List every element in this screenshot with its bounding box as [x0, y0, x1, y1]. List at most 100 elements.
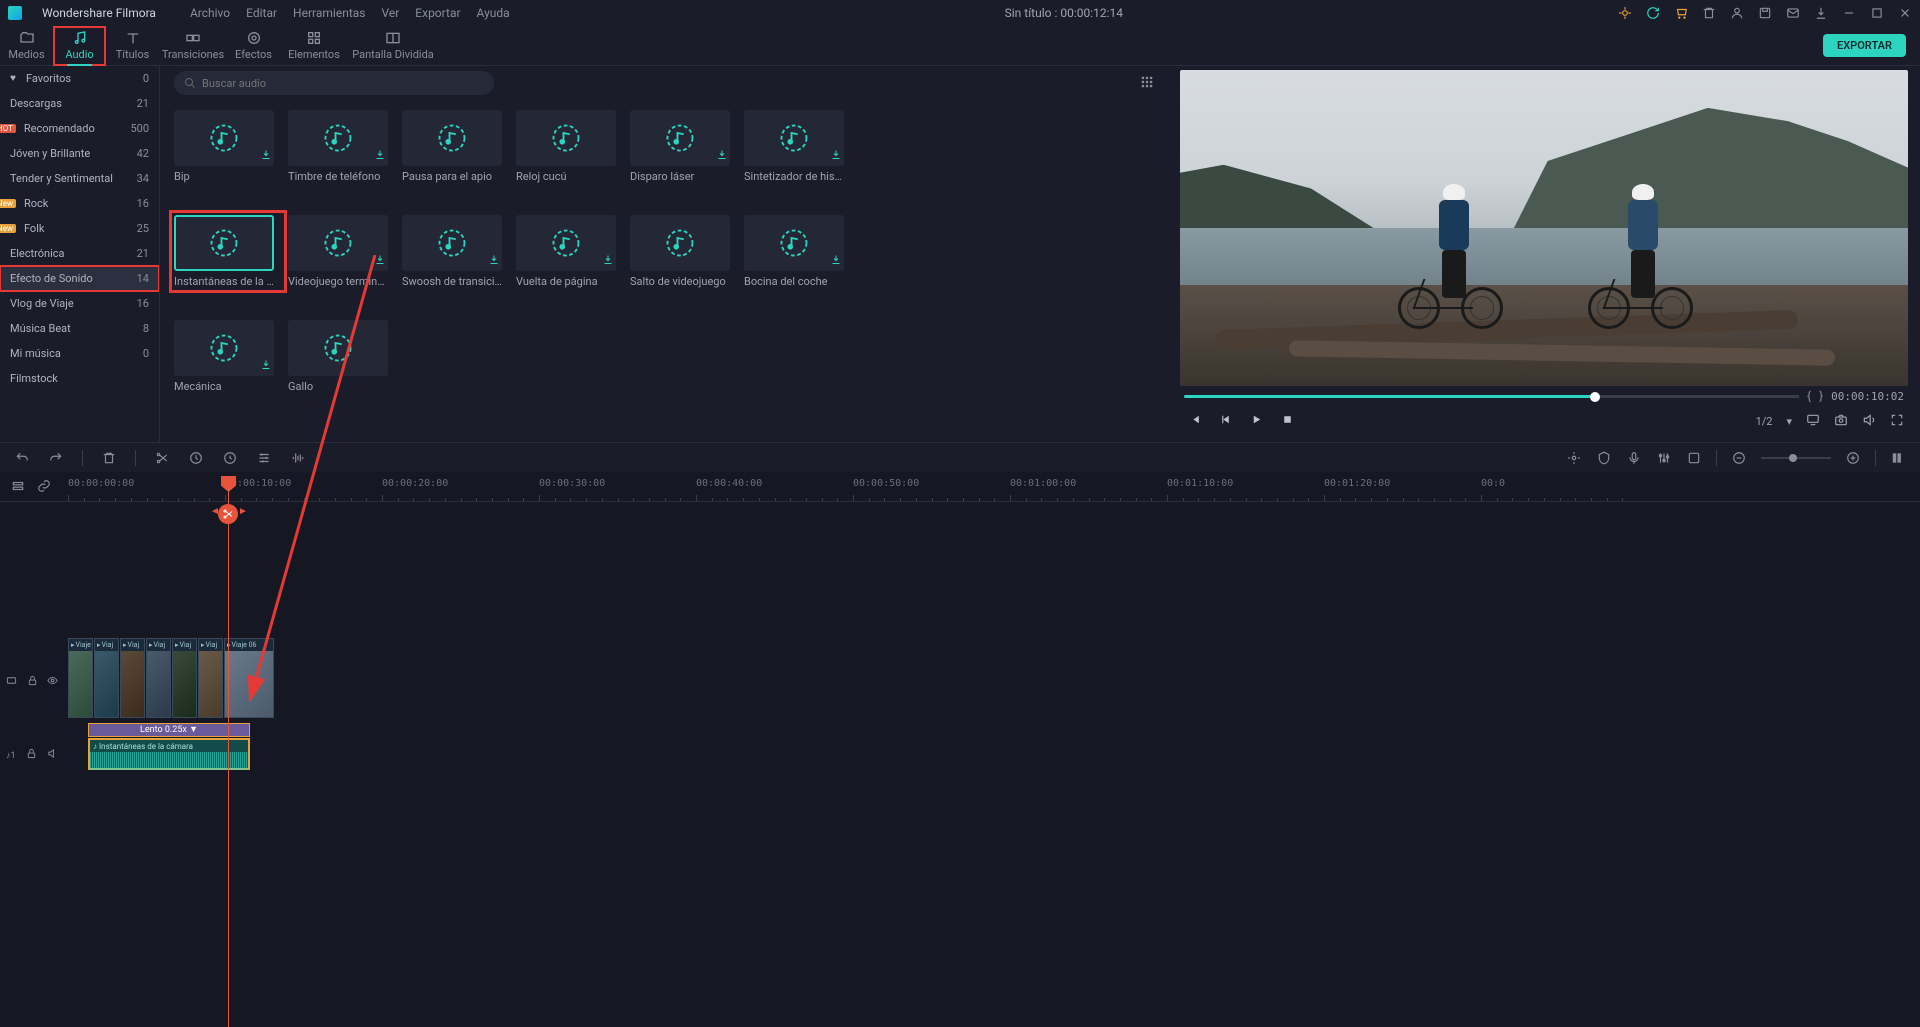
grid-view-toggle[interactable] [1140, 75, 1154, 92]
tab-audio[interactable]: Audio [53, 26, 106, 66]
download-badge-icon[interactable] [374, 149, 386, 164]
audio-asset[interactable]: Videojuego terminado [288, 215, 396, 288]
redo-button[interactable] [48, 450, 64, 466]
audio-asset[interactable]: Disparo láser [630, 110, 738, 183]
tab-elementos[interactable]: Elementos [280, 26, 348, 66]
audio-clip[interactable]: ♪Instantáneas de la cámara [88, 738, 250, 770]
timeline-settings-icon[interactable] [1890, 450, 1906, 466]
video-clip[interactable]: ▸Viaj [146, 638, 171, 718]
menu-exportar[interactable]: Exportar [415, 6, 460, 20]
audio-asset[interactable]: Salto de videojuego [630, 215, 738, 288]
cart-icon[interactable] [1674, 6, 1688, 20]
sidebar-item-8[interactable]: Efecto de Sonido14 [0, 266, 159, 291]
speaker-icon[interactable] [47, 748, 58, 762]
download-icon[interactable] [1814, 6, 1828, 20]
sidebar-item-1[interactable]: Descargas21 [0, 91, 159, 116]
minimize-button[interactable] [1842, 6, 1856, 20]
video-clip[interactable]: ▸Viaj [172, 638, 197, 718]
sidebar-item-11[interactable]: Mi música0 [0, 341, 159, 366]
audio-asset[interactable]: Bocina del coche [744, 215, 852, 288]
undo-button[interactable] [14, 450, 30, 466]
mixer-icon[interactable] [1656, 450, 1672, 466]
display-icon[interactable] [1806, 413, 1820, 430]
stop-button[interactable] [1281, 413, 1294, 429]
export-button[interactable]: EXPORTAR [1823, 34, 1906, 57]
download-badge-icon[interactable] [488, 254, 500, 269]
save-icon[interactable] [1758, 6, 1772, 20]
maximize-button[interactable] [1870, 6, 1884, 20]
search-box[interactable] [174, 71, 494, 95]
snapshot-icon[interactable] [1834, 413, 1848, 430]
download-badge-icon[interactable] [716, 149, 728, 164]
split-button[interactable] [154, 450, 170, 466]
eye-icon[interactable] [47, 675, 58, 689]
step-back-button[interactable] [1219, 413, 1232, 429]
lock-icon[interactable] [26, 748, 37, 762]
search-input[interactable] [202, 77, 484, 90]
audio-asset[interactable]: Vuelta de página [516, 215, 624, 288]
video-track[interactable]: ▸Viaje▸Viaj▸Viaj▸Viaj▸Viaj▸Viaj▸Viaje 06 [68, 638, 1920, 718]
tab-medios[interactable]: Medios [0, 26, 53, 66]
audio-asset[interactable]: Bip [174, 110, 282, 183]
video-track-header[interactable] [0, 667, 64, 697]
lock-icon[interactable] [27, 675, 38, 689]
trash-icon[interactable] [1702, 6, 1716, 20]
download-badge-icon[interactable] [602, 254, 614, 269]
download-badge-icon[interactable] [830, 149, 842, 164]
sidebar-item-9[interactable]: Vlog de Viaje16 [0, 291, 159, 316]
adjust-button[interactable] [256, 450, 272, 466]
menu-ayuda[interactable]: Ayuda [477, 6, 510, 20]
audio-asset[interactable]: Sintetizador de histor… [744, 110, 852, 183]
audio-track-header[interactable]: ♪1 [0, 740, 64, 770]
tab-pantalla-dividida[interactable]: Pantalla Dividida [348, 26, 438, 66]
speed-button[interactable] [222, 450, 238, 466]
audio-asset[interactable]: Swoosh de transición [402, 215, 510, 288]
fullscreen-icon[interactable] [1890, 413, 1904, 430]
download-badge-icon[interactable] [260, 149, 272, 164]
prev-frame-button[interactable] [1188, 413, 1201, 429]
sync-icon[interactable] [1646, 6, 1660, 20]
zoom-out-button[interactable] [1731, 450, 1747, 466]
menu-ver[interactable]: Ver [381, 6, 399, 20]
premium-icon[interactable] [1618, 6, 1632, 20]
mail-icon[interactable] [1786, 6, 1800, 20]
menu-editar[interactable]: Editar [246, 6, 277, 20]
sidebar-item-7[interactable]: Electrónica21 [0, 241, 159, 266]
timeline[interactable]: 00:00:00:0000:00:10:0000:00:20:0000:00:3… [0, 472, 1920, 1027]
video-clip[interactable]: ▸Viaj [94, 638, 119, 718]
audio-asset[interactable]: Pausa para el apio [402, 110, 510, 183]
sidebar-item-10[interactable]: Música Beat8 [0, 316, 159, 341]
shield-icon[interactable] [1596, 450, 1612, 466]
preview-scrubber[interactable]: { } 00:00:10:02 [1180, 386, 1908, 406]
play-button[interactable] [1250, 413, 1263, 429]
render-icon[interactable] [1686, 450, 1702, 466]
preview-canvas[interactable] [1180, 70, 1908, 386]
menu-archivo[interactable]: Archivo [190, 6, 230, 20]
sidebar-item-4[interactable]: Tender y Sentimental34 [0, 166, 159, 191]
sidebar-item-5[interactable]: NewRock16 [0, 191, 159, 216]
timeline-ruler[interactable]: 00:00:00:0000:00:10:0000:00:20:0000:00:3… [0, 472, 1920, 502]
speed-indicator[interactable]: Lento 0.25x ▼ [88, 723, 250, 737]
video-clip[interactable]: ▸Viaj [120, 638, 145, 718]
zoom-in-button[interactable] [1845, 450, 1861, 466]
marker-icon[interactable] [1566, 450, 1582, 466]
bracket-out-icon[interactable]: } [1819, 389, 1823, 403]
video-clip[interactable]: ▸Viaj [198, 638, 223, 718]
menu-herramientas[interactable]: Herramientas [293, 6, 365, 20]
download-badge-icon[interactable] [260, 359, 272, 374]
audio-asset[interactable]: Mecánica [174, 320, 282, 393]
crop-button[interactable] [188, 450, 204, 466]
zoom-slider[interactable] [1761, 457, 1831, 459]
video-clip[interactable]: ▸Viaje [68, 638, 93, 718]
download-badge-icon[interactable] [374, 254, 386, 269]
video-clip[interactable]: ▸Viaje 06 [224, 638, 274, 718]
sidebar-item-0[interactable]: ♥Favoritos0 [0, 66, 159, 91]
bracket-in-icon[interactable]: { [1807, 389, 1811, 403]
page-dropdown-icon[interactable]: ▾ [1786, 415, 1792, 428]
tab-efectos[interactable]: Efectos [227, 26, 280, 66]
mic-icon[interactable] [1626, 450, 1642, 466]
tab-transiciones[interactable]: Transiciones [159, 26, 227, 66]
user-icon[interactable] [1730, 6, 1744, 20]
sidebar-item-3[interactable]: Jóven y Brillante42 [0, 141, 159, 166]
close-button[interactable] [1898, 6, 1912, 20]
